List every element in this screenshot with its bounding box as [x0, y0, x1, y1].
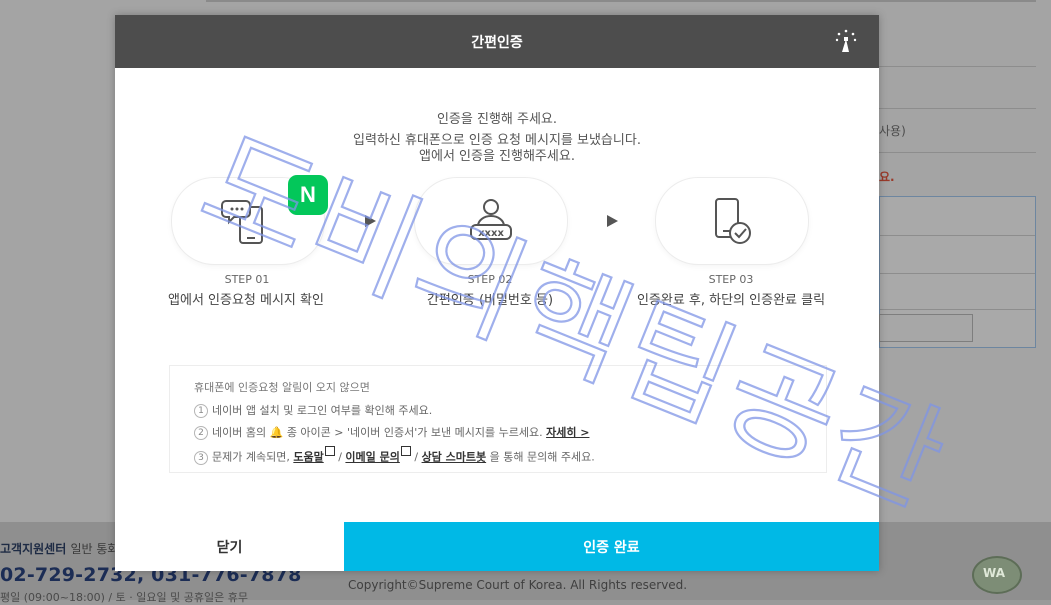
auth-steps: N xxxx STEP 01 앱에서 인증요청 메시지 확인 STEP 02 간… [115, 175, 879, 315]
notice-item-3: 3 문제가 계속되면, 도움말 / 이메일 문의 / 상담 스마트봇 을 통해 문… [194, 446, 595, 465]
copyright-text: Copyright©Supreme Court of Korea. All Ri… [348, 578, 688, 592]
smart-bot-link[interactable]: 상담 스마트봇 [422, 451, 487, 464]
form-box-divider [880, 309, 1035, 310]
password-user-icon: xxxx [470, 199, 512, 240]
notice-item-2: 2 네이버 홈의 🔔 종 아이콘 > '네이버 인증서'가 보낸 메시지를 누르세… [194, 424, 589, 440]
support-center-label: 고객지원센터 일반 통화 [0, 542, 119, 556]
modal-footer: 닫기 인증 완료 [115, 522, 879, 571]
form-box-divider [880, 235, 1035, 236]
background-input[interactable] [879, 314, 973, 342]
modal-title: 간편인증 [471, 35, 523, 51]
number-2-icon: 2 [194, 426, 208, 440]
arrow-right-icon [607, 215, 618, 227]
details-link[interactable]: 자세히 > [546, 426, 589, 439]
step-2-circle: xxxx [414, 177, 568, 265]
help-link[interactable]: 도움말 [293, 451, 323, 464]
intro-heading: 인증을 진행해 주세요. [436, 112, 558, 127]
support-hours: 평일 (09:00~18:00) / 토 · 일요일 및 공휴일은 휴무 [0, 591, 248, 604]
auth-complete-button[interactable]: 인증 완료 [344, 522, 879, 571]
form-box-divider [880, 273, 1035, 274]
form-text: 사용) [879, 124, 906, 138]
number-1-icon: 1 [194, 404, 208, 418]
intro-text: 앱에서 인증을 진행해주세요. [419, 149, 575, 164]
form-divider [879, 66, 1036, 67]
modal-header: 간편인증 [115, 15, 879, 68]
certification-logo: WA [972, 556, 1022, 594]
number-3-icon: 3 [194, 450, 208, 465]
form-divider [879, 108, 1036, 109]
chat-phone-icon [221, 200, 263, 244]
step-1-label: STEP 01 [224, 273, 270, 286]
background-form: 사용) 요. [879, 0, 1051, 360]
sparkle-icon [835, 29, 857, 52]
email-inquiry-link[interactable]: 이메일 문의 [345, 451, 399, 464]
external-link-icon [324, 446, 335, 456]
step-1-desc: 앱에서 인증요청 메시지 확인 [168, 293, 324, 308]
notice-title: 휴대폰에 인증요청 알림이 오지 않으면 [194, 381, 370, 394]
step-2-label: STEP 02 [467, 273, 513, 286]
svg-text:xxxx: xxxx [478, 228, 504, 239]
external-link-icon [400, 446, 411, 456]
step-3-label: STEP 03 [708, 273, 754, 286]
simple-auth-modal: 간편인증 인증을 진행해 주세요. 입력하신 휴대폰으로 인증 요청 메시지를 … [115, 15, 879, 571]
arrow-right-icon [365, 215, 376, 227]
close-button[interactable]: 닫기 [115, 522, 344, 571]
notice-item-1: 1 네이버 앱 설치 및 로그인 여부를 확인해 주세요. [194, 402, 432, 418]
form-warning-text: 요. [879, 170, 895, 184]
step-3-circle [655, 177, 809, 265]
step-3-desc: 인증완료 후, 하단의 인증완료 클릭 [636, 293, 826, 308]
notice-box: 휴대폰에 인증요청 알림이 오지 않으면 1 네이버 앱 설치 및 로그인 여부를… [169, 365, 827, 473]
phone-check-icon [715, 198, 751, 244]
step-2-desc: 간편인증 (비밀번호 등) [426, 293, 554, 308]
form-divider [879, 152, 1036, 153]
naver-icon: N [288, 175, 328, 215]
bell-icon: 🔔 [269, 426, 284, 439]
